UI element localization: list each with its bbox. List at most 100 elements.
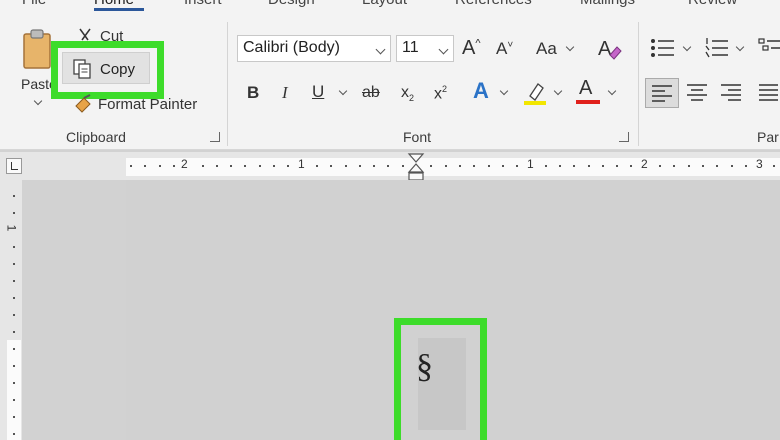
- ruler-tick: [387, 165, 389, 167]
- align-left-button[interactable]: [645, 78, 679, 108]
- ruler-number: 1: [527, 157, 534, 171]
- font-name-select[interactable]: Calibri (Body): [237, 35, 391, 62]
- highlighter-icon[interactable]: [522, 80, 548, 106]
- ruler-tick: [130, 165, 132, 167]
- align-right-icon[interactable]: [720, 83, 742, 101]
- tab-layout[interactable]: Layout: [362, 0, 407, 8]
- ruler-tick: [373, 165, 375, 167]
- font-dialog-launcher-icon[interactable]: [619, 132, 629, 142]
- ruler-text-area: [126, 158, 780, 176]
- tab-review[interactable]: Review: [688, 0, 737, 8]
- ruler-tick: [216, 165, 218, 167]
- ruler-tick: [745, 165, 747, 167]
- font-size-value: 11: [402, 39, 419, 56]
- font-size-select[interactable]: 11: [396, 35, 454, 62]
- chevron-down-icon: [735, 42, 745, 52]
- italic-button[interactable]: I: [282, 84, 288, 101]
- ruler-tick: [402, 165, 404, 167]
- font-color-bar: [576, 100, 600, 104]
- numbering-icon[interactable]: [704, 37, 730, 59]
- ruler-number: 2: [641, 157, 648, 171]
- ruler-tick: [230, 165, 232, 167]
- align-left-icon: [652, 85, 672, 102]
- selection-highlight-box: [394, 318, 487, 440]
- format-painter-button[interactable]: Format Painter: [70, 94, 220, 116]
- ruler-tick: [202, 165, 204, 167]
- ruler-number: 3: [756, 157, 763, 171]
- ruler-tick: [559, 165, 561, 167]
- tab-home[interactable]: Home: [94, 0, 134, 8]
- vruler-tick: [13, 348, 15, 350]
- vruler-tick: [13, 416, 15, 418]
- paragraph-group-label: Par: [757, 129, 779, 145]
- format-painter-label: Format Painter: [98, 96, 198, 113]
- ruler-tick: [473, 165, 475, 167]
- vertical-ruler-text-area: [7, 340, 21, 440]
- font-color-button[interactable]: A: [579, 78, 592, 98]
- ruler-tick: [502, 165, 504, 167]
- align-center-icon[interactable]: [686, 83, 708, 101]
- chevron-down-icon: [375, 44, 386, 55]
- ruler-tick: [673, 165, 675, 167]
- chevron-down-icon: [438, 44, 449, 55]
- svg-text:A: A: [598, 38, 612, 60]
- ruler-tick: [173, 165, 175, 167]
- tab-references[interactable]: References: [455, 0, 532, 8]
- ruler-tick: [516, 165, 518, 167]
- chevron-down-icon: [682, 42, 692, 52]
- superscript-button[interactable]: x2: [434, 85, 447, 102]
- vruler-number: 1: [4, 224, 19, 232]
- copy-highlight-box: [51, 41, 164, 99]
- ruler-tick: [159, 165, 161, 167]
- ruler-number: 2: [181, 157, 188, 171]
- vruler-tick: [13, 314, 15, 316]
- change-case-button[interactable]: Aa: [536, 40, 557, 57]
- clipboard-dialog-launcher-icon[interactable]: [210, 132, 220, 142]
- vruler-tick: [13, 297, 15, 299]
- ruler-tick: [259, 165, 261, 167]
- tab-file[interactable]: File: [22, 0, 46, 8]
- underline-button[interactable]: U: [312, 83, 324, 100]
- subscript-button[interactable]: x2: [401, 85, 414, 103]
- ruler-tick: [588, 165, 590, 167]
- clear-formatting-icon[interactable]: A: [596, 35, 622, 61]
- vruler-tick: [13, 382, 15, 384]
- justify-icon[interactable]: [758, 83, 778, 101]
- ruler-tick: [316, 165, 318, 167]
- ruler-number: 1: [298, 157, 305, 171]
- indent-marker-icon[interactable]: [407, 152, 425, 182]
- tab-mailings[interactable]: Mailings: [580, 0, 635, 8]
- strikethrough-button[interactable]: ab: [362, 85, 380, 101]
- ruler-tick: [688, 165, 690, 167]
- ruler-tick: [702, 165, 704, 167]
- vruler-tick: [13, 246, 15, 248]
- chevron-down-icon: [607, 86, 617, 96]
- ruler-tick: [345, 165, 347, 167]
- font-name-value: Calibri (Body): [243, 39, 340, 56]
- vruler-tick: [13, 399, 15, 401]
- ruler-tick: [630, 165, 632, 167]
- text-effects-button[interactable]: A: [473, 80, 489, 102]
- grow-font-button[interactable]: A^: [462, 38, 481, 58]
- multilevel-list-icon[interactable]: [758, 37, 780, 59]
- vruler-tick: [13, 280, 15, 282]
- chevron-down-icon: [499, 86, 509, 96]
- chevron-down-icon: [33, 96, 43, 106]
- tab-design[interactable]: Design: [268, 0, 315, 8]
- ruler-tick: [244, 165, 246, 167]
- ruler-tick: [273, 165, 275, 167]
- ruler-tick: [287, 165, 289, 167]
- bullets-icon[interactable]: [650, 37, 676, 59]
- ruler-tick: [659, 165, 661, 167]
- ruler-tick: [545, 165, 547, 167]
- chevron-down-icon: [553, 86, 563, 96]
- bold-button[interactable]: B: [247, 84, 259, 101]
- vruler-tick: [13, 433, 15, 435]
- ruler-tick: [430, 165, 432, 167]
- tab-selector-button[interactable]: [6, 158, 22, 174]
- ruler-tick: [602, 165, 604, 167]
- ruler-tick: [359, 165, 361, 167]
- ruler-tick: [459, 165, 461, 167]
- shrink-font-button[interactable]: A˅: [496, 40, 513, 57]
- tab-insert[interactable]: Insert: [184, 0, 222, 8]
